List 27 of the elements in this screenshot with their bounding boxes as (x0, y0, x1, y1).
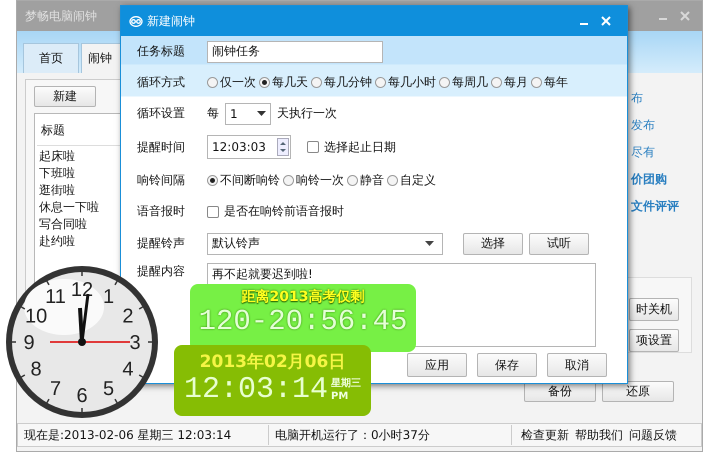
field-label: 提醒铃声 (137, 235, 186, 252)
weekday-text: 星期三 (331, 377, 362, 390)
date-text: 2013年02月06日 (200, 351, 346, 373)
dialog-title: 新建闹钟 (147, 12, 196, 30)
field-label: 提醒内容 (137, 263, 186, 280)
status-text: 现在是:2013-02-06 星期三 12:03:14 (18, 425, 269, 445)
clock-numeral: 9 (23, 332, 35, 354)
window-title: 梦畅电脑闹钟 (25, 8, 97, 24)
clock-numeral: 4 (122, 358, 134, 380)
clock-numeral: 6 (76, 385, 88, 407)
countdown-reading: 120-20:56:45 (198, 306, 408, 338)
clock-numeral: 8 (30, 358, 42, 380)
clock-numeral: 11 (45, 286, 66, 308)
status-text: 电脑开机运行了：0小时37分 (269, 425, 512, 445)
field-label: 循环方式 (137, 74, 186, 91)
clock-numeral: 10 (24, 306, 48, 328)
clock-numeral: 7 (50, 378, 62, 400)
widget-caption: 距离2013高考仅剩 (242, 288, 364, 306)
field-label: 语音报时 (137, 203, 186, 220)
ampm-text: PM (331, 390, 350, 403)
clock-numeral: 2 (122, 306, 134, 328)
clock-numeral: 3 (129, 332, 141, 354)
clock-numeral: 12 (70, 279, 94, 301)
clock-numeral: 5 (102, 378, 114, 400)
field-label: 响铃间隔 (137, 172, 186, 189)
clock-numeral: 1 (102, 286, 114, 308)
time-reading: 12:03:14 (184, 373, 328, 407)
